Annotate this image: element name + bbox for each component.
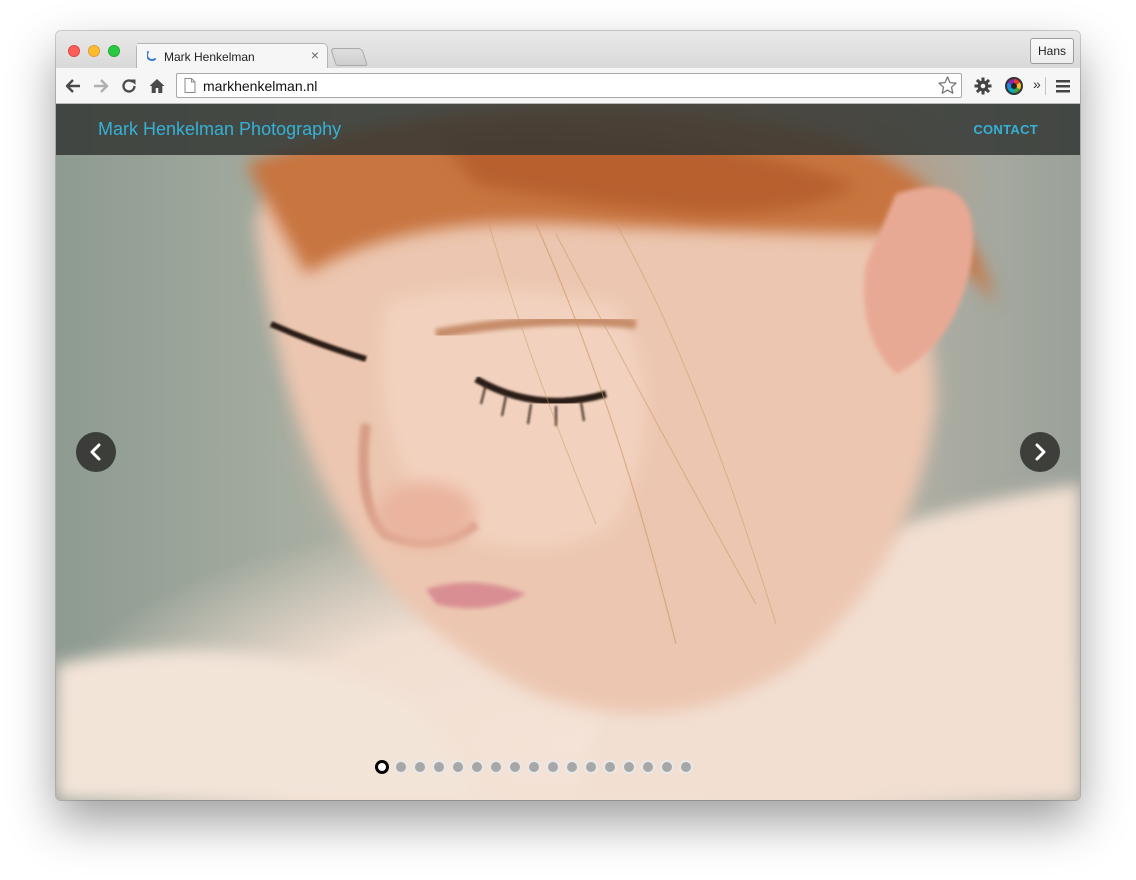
- settings-extension-button[interactable]: [973, 76, 993, 96]
- chrome-menu-button[interactable]: [1053, 76, 1073, 96]
- slider-dot[interactable]: [470, 760, 484, 774]
- reload-icon: [122, 79, 136, 93]
- slider-next-button[interactable]: [1020, 432, 1060, 472]
- extensions-overflow-button[interactable]: »: [1033, 76, 1041, 92]
- loading-spinner-icon: [146, 49, 158, 61]
- browser-window: Mark Henkelman × Hans markhenkelman.nl »…: [56, 31, 1080, 800]
- forward-icon: [94, 79, 109, 93]
- close-window-button[interactable]: [68, 45, 80, 57]
- slider-pagination: [375, 760, 693, 774]
- color-extension-button[interactable]: [1004, 76, 1024, 96]
- menu-icon: [1056, 80, 1070, 93]
- address-bar[interactable]: markhenkelman.nl: [176, 73, 962, 98]
- bookmark-star-icon[interactable]: [937, 75, 958, 96]
- slider-dot[interactable]: [527, 760, 541, 774]
- new-tab-button[interactable]: [330, 48, 368, 66]
- profile-button[interactable]: Hans: [1029, 38, 1074, 64]
- toolbar-divider: [1045, 77, 1046, 95]
- slider-dot[interactable]: [641, 760, 655, 774]
- back-button[interactable]: [63, 76, 83, 96]
- active-tab[interactable]: Mark Henkelman ×: [136, 43, 328, 69]
- url-text[interactable]: markhenkelman.nl: [203, 78, 317, 94]
- site-title-link[interactable]: Mark Henkelman Photography: [98, 119, 341, 140]
- slider-dot[interactable]: [375, 760, 389, 774]
- slider-dot[interactable]: [603, 760, 617, 774]
- slider-dot[interactable]: [489, 760, 503, 774]
- settings-gear-icon: [974, 77, 992, 95]
- slide-photo: [56, 110, 1080, 800]
- slider-dot[interactable]: [413, 760, 427, 774]
- maximize-window-button[interactable]: [108, 45, 120, 57]
- home-button[interactable]: [147, 76, 167, 96]
- reload-button[interactable]: [119, 76, 139, 96]
- slider-dot[interactable]: [584, 760, 598, 774]
- minimize-window-button[interactable]: [88, 45, 100, 57]
- title-bar: Mark Henkelman × Hans: [56, 31, 1080, 69]
- nav-contact-link[interactable]: CONTACT: [973, 122, 1038, 137]
- slider-dot[interactable]: [451, 760, 465, 774]
- color-extension-icon: [1005, 77, 1023, 95]
- page-icon: [184, 78, 196, 93]
- slider-prev-button[interactable]: [76, 432, 116, 472]
- back-icon: [65, 79, 80, 93]
- slider-dot[interactable]: [622, 760, 636, 774]
- prev-arrow-icon: [90, 443, 101, 461]
- slider-dot[interactable]: [679, 760, 693, 774]
- web-page: Mark Henkelman Photography CONTACT: [56, 104, 1080, 800]
- slider-dot[interactable]: [432, 760, 446, 774]
- tab-close-icon[interactable]: ×: [311, 47, 319, 63]
- tab-title: Mark Henkelman: [164, 50, 255, 64]
- site-header: Mark Henkelman Photography CONTACT: [56, 104, 1080, 155]
- slider-dot[interactable]: [660, 760, 674, 774]
- next-arrow-icon: [1035, 443, 1046, 461]
- slider-dot[interactable]: [394, 760, 408, 774]
- slider-dot[interactable]: [565, 760, 579, 774]
- home-icon: [149, 79, 165, 93]
- slider-dot[interactable]: [546, 760, 560, 774]
- forward-button[interactable]: [91, 76, 111, 96]
- browser-toolbar: markhenkelman.nl »: [56, 68, 1080, 104]
- slider-dot[interactable]: [508, 760, 522, 774]
